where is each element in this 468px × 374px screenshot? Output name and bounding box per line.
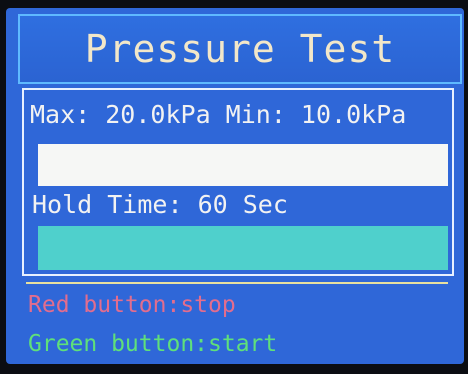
hold-progress-bar (38, 226, 448, 270)
lcd-screen: Pressure Test Max: 20.0kPa Min: 10.0kPa … (6, 8, 464, 364)
divider (26, 282, 448, 284)
hold-progress-fill (38, 226, 448, 270)
page-title: Pressure Test (84, 27, 396, 71)
hold-time-label: Hold Time: 60 Sec (32, 190, 288, 219)
green-button-instruction: Green button:start (28, 331, 278, 357)
device-bezel: Pressure Test Max: 20.0kPa Min: 10.0kPa … (0, 0, 468, 374)
pressure-bar (38, 144, 448, 186)
red-button-instruction: Red button:stop (28, 292, 236, 318)
title-bar: Pressure Test (18, 14, 462, 84)
pressure-range-label: Max: 20.0kPa Min: 10.0kPa (30, 100, 407, 129)
